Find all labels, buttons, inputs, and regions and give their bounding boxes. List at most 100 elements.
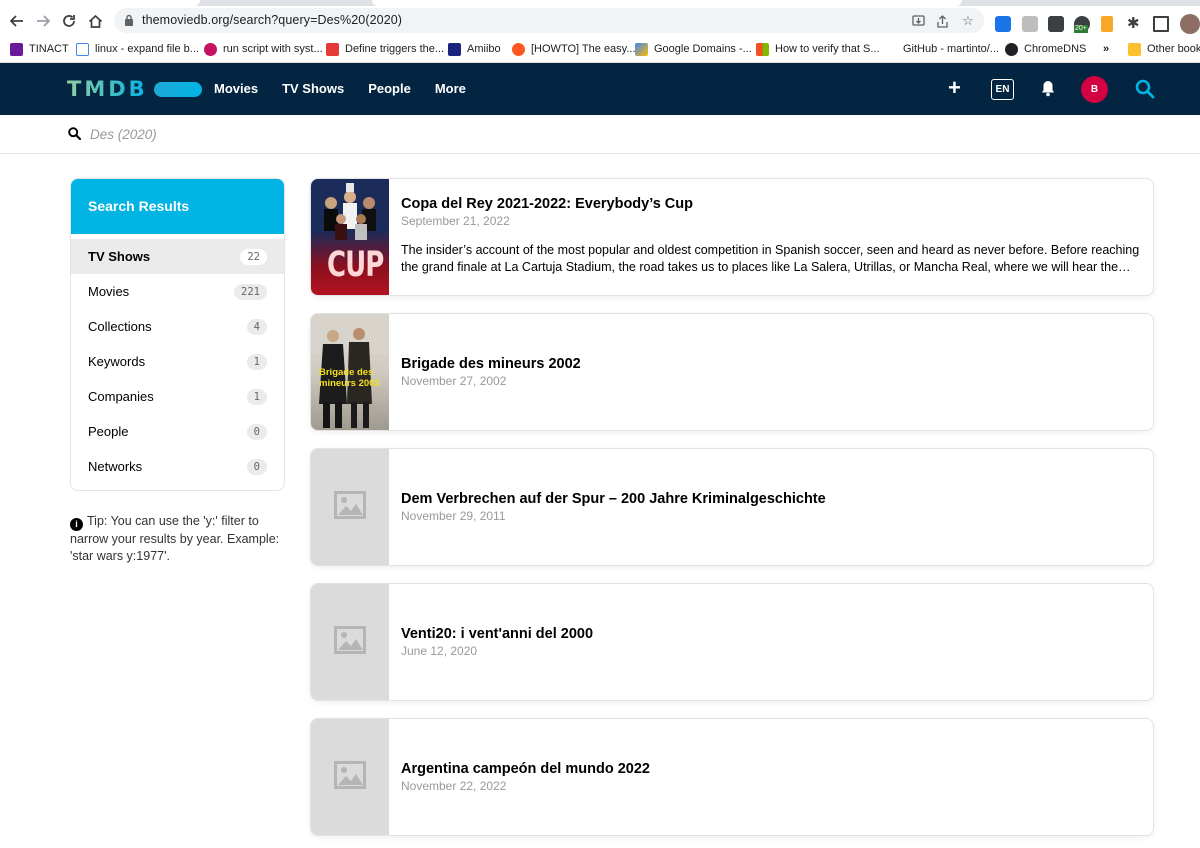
- info-icon: i: [70, 518, 83, 531]
- result-title[interactable]: Dem Verbrechen auf der Spur – 200 Jahre …: [401, 491, 1141, 507]
- search-results-panel: Search Results TV Shows 22 Movies 221 Co…: [70, 178, 285, 491]
- bookmark-label: Other bookm: [1147, 43, 1200, 55]
- bookmark-item[interactable]: [HOWTO] The easy...: [512, 41, 636, 57]
- nav-people[interactable]: People: [368, 81, 411, 96]
- result-title[interactable]: Venti20: i vent'anni del 2000: [401, 626, 1141, 642]
- bookmark-favicon-icon: [512, 42, 525, 56]
- site-header: TMDB Movies TV Shows People More + EN B: [0, 63, 1200, 115]
- bookmark-label: [HOWTO] The easy...: [531, 43, 636, 55]
- search-icon[interactable]: [1135, 79, 1155, 99]
- sidebar-item-count: 1: [246, 353, 267, 370]
- puzzle-icon[interactable]: ✱: [1127, 14, 1143, 32]
- nav-movies[interactable]: Movies: [214, 81, 258, 96]
- bookmarks-bar: TINACT linux - expand file b... run scri…: [0, 36, 1200, 63]
- extension-icon[interactable]: 20+: [1074, 16, 1090, 33]
- share-icon[interactable]: [934, 13, 950, 29]
- back-arrow-icon[interactable]: [6, 10, 28, 32]
- forward-arrow-icon[interactable]: [32, 10, 54, 32]
- poster-title-text: Brigade des mineurs 2002: [319, 367, 380, 389]
- result-date: November 27, 2002: [401, 374, 507, 388]
- sidebar-item-networks[interactable]: Networks 0: [71, 449, 284, 484]
- image-placeholder-icon: [334, 761, 366, 789]
- extension-icon[interactable]: [995, 16, 1011, 32]
- result-card: Venti20: i vent'anni del 2000 June 12, 2…: [310, 583, 1154, 701]
- bookmark-item[interactable]: Google Domains -...: [635, 41, 752, 57]
- install-app-icon[interactable]: [910, 13, 926, 29]
- side-panel-icon[interactable]: [1153, 16, 1169, 32]
- result-title[interactable]: Argentina campeón del mundo 2022: [401, 761, 1141, 777]
- search-bar: [0, 115, 1200, 154]
- result-title[interactable]: Brigade des mineurs 2002: [401, 356, 1141, 372]
- nav-tv-shows[interactable]: TV Shows: [282, 81, 344, 96]
- user-avatar[interactable]: B: [1081, 76, 1108, 103]
- home-icon[interactable]: [84, 10, 106, 32]
- result-card: Argentina campeón del mundo 2022 Novembe…: [310, 718, 1154, 836]
- more-bookmarks-button[interactable]: »: [1103, 41, 1109, 57]
- bookmark-item[interactable]: ChromeDNS: [1005, 41, 1086, 57]
- bookmark-label: Define triggers the...: [345, 43, 445, 55]
- logo-pill: [153, 81, 202, 97]
- search-input[interactable]: [90, 123, 890, 145]
- bookmark-label: How to verify that S...: [775, 43, 880, 55]
- poster-image[interactable]: Brigade des mineurs 2002: [311, 314, 389, 430]
- sidebar-item-label: TV Shows: [88, 249, 151, 264]
- tip-text: Tip: You can use the 'y:' filter to narr…: [70, 514, 280, 563]
- sidebar-item-keywords[interactable]: Keywords 1: [71, 344, 284, 379]
- bookmark-item[interactable]: Amiibo: [448, 41, 501, 57]
- poster-title-text: CUP: [327, 245, 384, 286]
- poster-placeholder[interactable]: [311, 449, 389, 565]
- poster-image[interactable]: CUP: [311, 179, 389, 295]
- search-tip: i Tip: You can use the 'y:' filter to nar…: [70, 513, 285, 564]
- result-date: November 29, 2011: [401, 509, 506, 523]
- address-bar[interactable]: themoviedb.org/search?query=Des%20(2020)…: [114, 8, 984, 33]
- add-new-icon[interactable]: +: [948, 76, 961, 100]
- tmdb-logo[interactable]: TMDB: [67, 77, 202, 101]
- sidebar-item-companies[interactable]: Companies 1: [71, 379, 284, 414]
- bookmark-favicon-icon: [448, 42, 461, 56]
- poster-placeholder[interactable]: [311, 719, 389, 835]
- bookmark-favicon-icon: [76, 42, 89, 56]
- extension-icon[interactable]: [1022, 16, 1038, 32]
- bookmark-star-icon[interactable]: ☆: [960, 13, 976, 29]
- nav-more[interactable]: More: [435, 81, 466, 96]
- profile-avatar[interactable]: [1180, 14, 1200, 34]
- browser-toolbar: themoviedb.org/search?query=Des%20(2020)…: [0, 6, 1200, 36]
- poster-placeholder[interactable]: [311, 584, 389, 700]
- result-overview: The insider’s account of the most popula…: [401, 243, 1140, 274]
- bookmark-item[interactable]: TINACT: [10, 41, 69, 57]
- bookmark-label: GitHub - martinto/...: [903, 43, 999, 55]
- result-card-body: Copa del Rey 2021-2022: Everybody’s Cup …: [401, 196, 1141, 275]
- bell-icon[interactable]: [1041, 80, 1055, 97]
- logo-text: TMDB: [67, 77, 148, 101]
- bookmark-favicon-icon: [756, 42, 769, 56]
- lock-extension-icon[interactable]: [1101, 16, 1113, 32]
- sidebar-item-people[interactable]: People 0: [71, 414, 284, 449]
- extension-badge: 20+: [1074, 25, 1088, 33]
- bookmark-favicon-icon: [326, 42, 339, 56]
- result-card-body: Venti20: i vent'anni del 2000 June 12, 2…: [401, 626, 1141, 658]
- bookmark-item[interactable]: linux - expand file b...: [76, 41, 199, 57]
- result-title[interactable]: Copa del Rey 2021-2022: Everybody’s Cup: [401, 196, 1141, 212]
- sidebar-item-collections[interactable]: Collections 4: [71, 309, 284, 344]
- bookmark-item[interactable]: Define triggers the...: [326, 41, 444, 57]
- bookmark-favicon-icon: [1005, 42, 1018, 56]
- other-bookmarks-folder[interactable]: Other bookm: [1128, 41, 1200, 57]
- bookmark-label: TINACT: [29, 43, 69, 55]
- extension-icon[interactable]: [1048, 16, 1064, 32]
- bookmark-favicon-icon: [635, 42, 648, 56]
- bookmark-item[interactable]: How to verify that S...: [756, 41, 880, 57]
- bookmark-label: ChromeDNS: [1024, 43, 1087, 55]
- bookmark-label: run script with syst...: [223, 43, 323, 55]
- sidebar-item-tv-shows[interactable]: TV Shows 22: [71, 239, 284, 274]
- lock-icon: [125, 14, 133, 26]
- sidebar-item-movies[interactable]: Movies 221: [71, 274, 284, 309]
- result-date: June 12, 2020: [401, 644, 478, 658]
- search-icon: [68, 127, 81, 140]
- bookmark-item[interactable]: run script with syst...: [204, 41, 323, 57]
- language-selector[interactable]: EN: [991, 79, 1014, 100]
- bookmark-item[interactable]: GitHub - martinto/...: [903, 41, 999, 57]
- sidebar-item-count: 0: [246, 458, 267, 475]
- sidebar-item-count: 4: [246, 318, 267, 335]
- reload-icon[interactable]: [58, 10, 80, 32]
- image-placeholder-icon: [334, 626, 366, 654]
